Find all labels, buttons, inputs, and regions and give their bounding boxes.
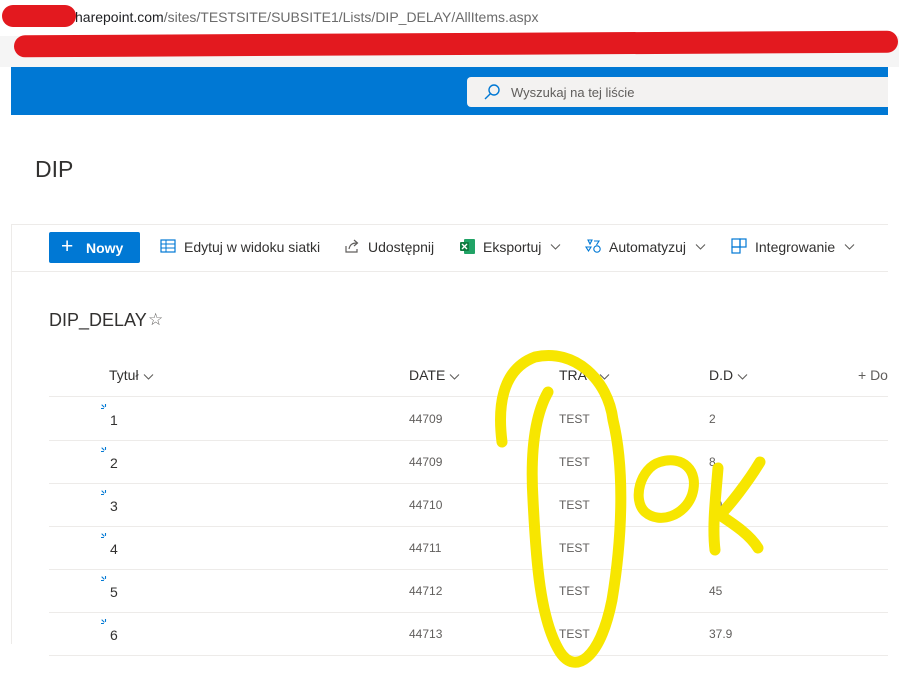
column-header-dd[interactable]: D.D bbox=[709, 367, 748, 383]
grid-icon bbox=[160, 239, 176, 253]
table-row[interactable]: 4 44711 TEST 3 bbox=[49, 526, 888, 570]
table-row[interactable]: 6 44713 TEST 37.9 bbox=[49, 612, 888, 656]
cell-tray: TEST bbox=[559, 455, 590, 469]
cell-title[interactable]: 1 bbox=[110, 412, 118, 428]
cell-dd: 2 bbox=[709, 412, 716, 426]
cell-date: 44711 bbox=[409, 541, 442, 555]
new-item-icon bbox=[101, 533, 107, 539]
star-icon[interactable]: ☆ bbox=[148, 310, 163, 330]
chevron-down-icon bbox=[143, 373, 153, 380]
chevron-down-icon bbox=[737, 373, 748, 380]
new-item-icon bbox=[101, 490, 107, 496]
url-host: sharepoint.com bbox=[68, 9, 164, 25]
cell-title[interactable]: 5 bbox=[110, 584, 118, 600]
chevron-down-icon bbox=[550, 244, 561, 250]
chevron-down-icon bbox=[695, 244, 706, 250]
cell-tray: TEST bbox=[559, 412, 590, 426]
cell-date: 44709 bbox=[409, 455, 443, 469]
cell-dd: 3 bbox=[709, 541, 716, 555]
cell-dd: 37.9 bbox=[709, 627, 733, 641]
nav-divider bbox=[11, 224, 12, 644]
column-header-date[interactable]: DATE bbox=[409, 367, 460, 383]
search-box[interactable]: Wyszukaj na tej liście bbox=[467, 77, 888, 107]
add-column-button[interactable]: + Do bbox=[858, 367, 888, 383]
table-row[interactable]: 5 44712 TEST 45 bbox=[49, 569, 888, 613]
cell-date: 44709 bbox=[409, 412, 443, 426]
search-placeholder: Wyszukaj na tej liście bbox=[511, 85, 635, 100]
site-title[interactable]: DIP bbox=[35, 156, 73, 183]
cell-title[interactable]: 2 bbox=[110, 455, 118, 471]
automate-label: Automatyzuj bbox=[609, 239, 687, 255]
new-item-icon bbox=[101, 576, 107, 582]
column-header-title[interactable]: Tytuł bbox=[109, 367, 154, 383]
cell-title[interactable]: 6 bbox=[110, 627, 118, 643]
cell-date: 44713 bbox=[409, 627, 443, 641]
integrate-icon bbox=[731, 238, 747, 254]
chevron-down-icon bbox=[599, 373, 610, 380]
new-item-icon bbox=[101, 619, 107, 625]
url-text[interactable]: sharepoint.com/sites/TESTSITE/SUBSITE1/L… bbox=[68, 9, 538, 25]
column-header-tray[interactable]: TRAY bbox=[559, 367, 610, 383]
cell-tray: TEST bbox=[559, 541, 590, 555]
url-path: /sites/TESTSITE/SUBSITE1/Lists/DIP_DELAY… bbox=[163, 9, 539, 25]
chevron-down-icon bbox=[449, 373, 460, 380]
new-button[interactable]: + Nowy bbox=[49, 232, 140, 263]
automate-icon bbox=[585, 239, 601, 253]
share-label: Udostępnij bbox=[368, 239, 435, 255]
search-icon bbox=[484, 84, 500, 100]
plus-icon: + bbox=[61, 235, 74, 258]
column-header-label: TRAY bbox=[559, 367, 596, 383]
table-row[interactable]: 2 44709 TEST 8 bbox=[49, 440, 888, 484]
cell-dd: 8 bbox=[709, 455, 716, 469]
share-icon bbox=[345, 239, 359, 253]
integrate-label: Integrowanie bbox=[755, 239, 836, 255]
cell-title[interactable]: 4 bbox=[110, 541, 118, 557]
list-title[interactable]: DIP_DELAY bbox=[49, 310, 147, 331]
edit-grid-label: Edytuj w widoku siatki bbox=[184, 239, 321, 255]
cell-title[interactable]: 3 bbox=[110, 498, 118, 514]
new-item-icon bbox=[101, 404, 107, 410]
cell-tray: TEST bbox=[559, 498, 590, 512]
export-label: Eksportuj bbox=[483, 239, 542, 255]
cell-tray: TEST bbox=[559, 627, 590, 641]
table-row[interactable]: 3 44710 TEST 10 bbox=[49, 483, 888, 527]
chevron-down-icon bbox=[844, 244, 855, 250]
redaction-mark bbox=[13, 30, 899, 58]
table-row[interactable]: 1 44709 TEST 2 bbox=[49, 397, 888, 441]
cell-tray: TEST bbox=[559, 584, 590, 598]
redaction-mark bbox=[2, 5, 76, 27]
cell-date: 44712 bbox=[409, 584, 443, 598]
new-item-icon bbox=[101, 447, 107, 453]
cell-date: 44710 bbox=[409, 498, 443, 512]
column-header-label: D.D bbox=[709, 367, 734, 383]
cell-dd: 10 bbox=[709, 498, 723, 512]
column-header-label: DATE bbox=[409, 367, 446, 383]
column-header-label: Tytuł bbox=[109, 367, 139, 383]
new-button-label: Nowy bbox=[86, 240, 124, 256]
excel-icon bbox=[460, 239, 475, 254]
cell-dd: 45 bbox=[709, 584, 723, 598]
